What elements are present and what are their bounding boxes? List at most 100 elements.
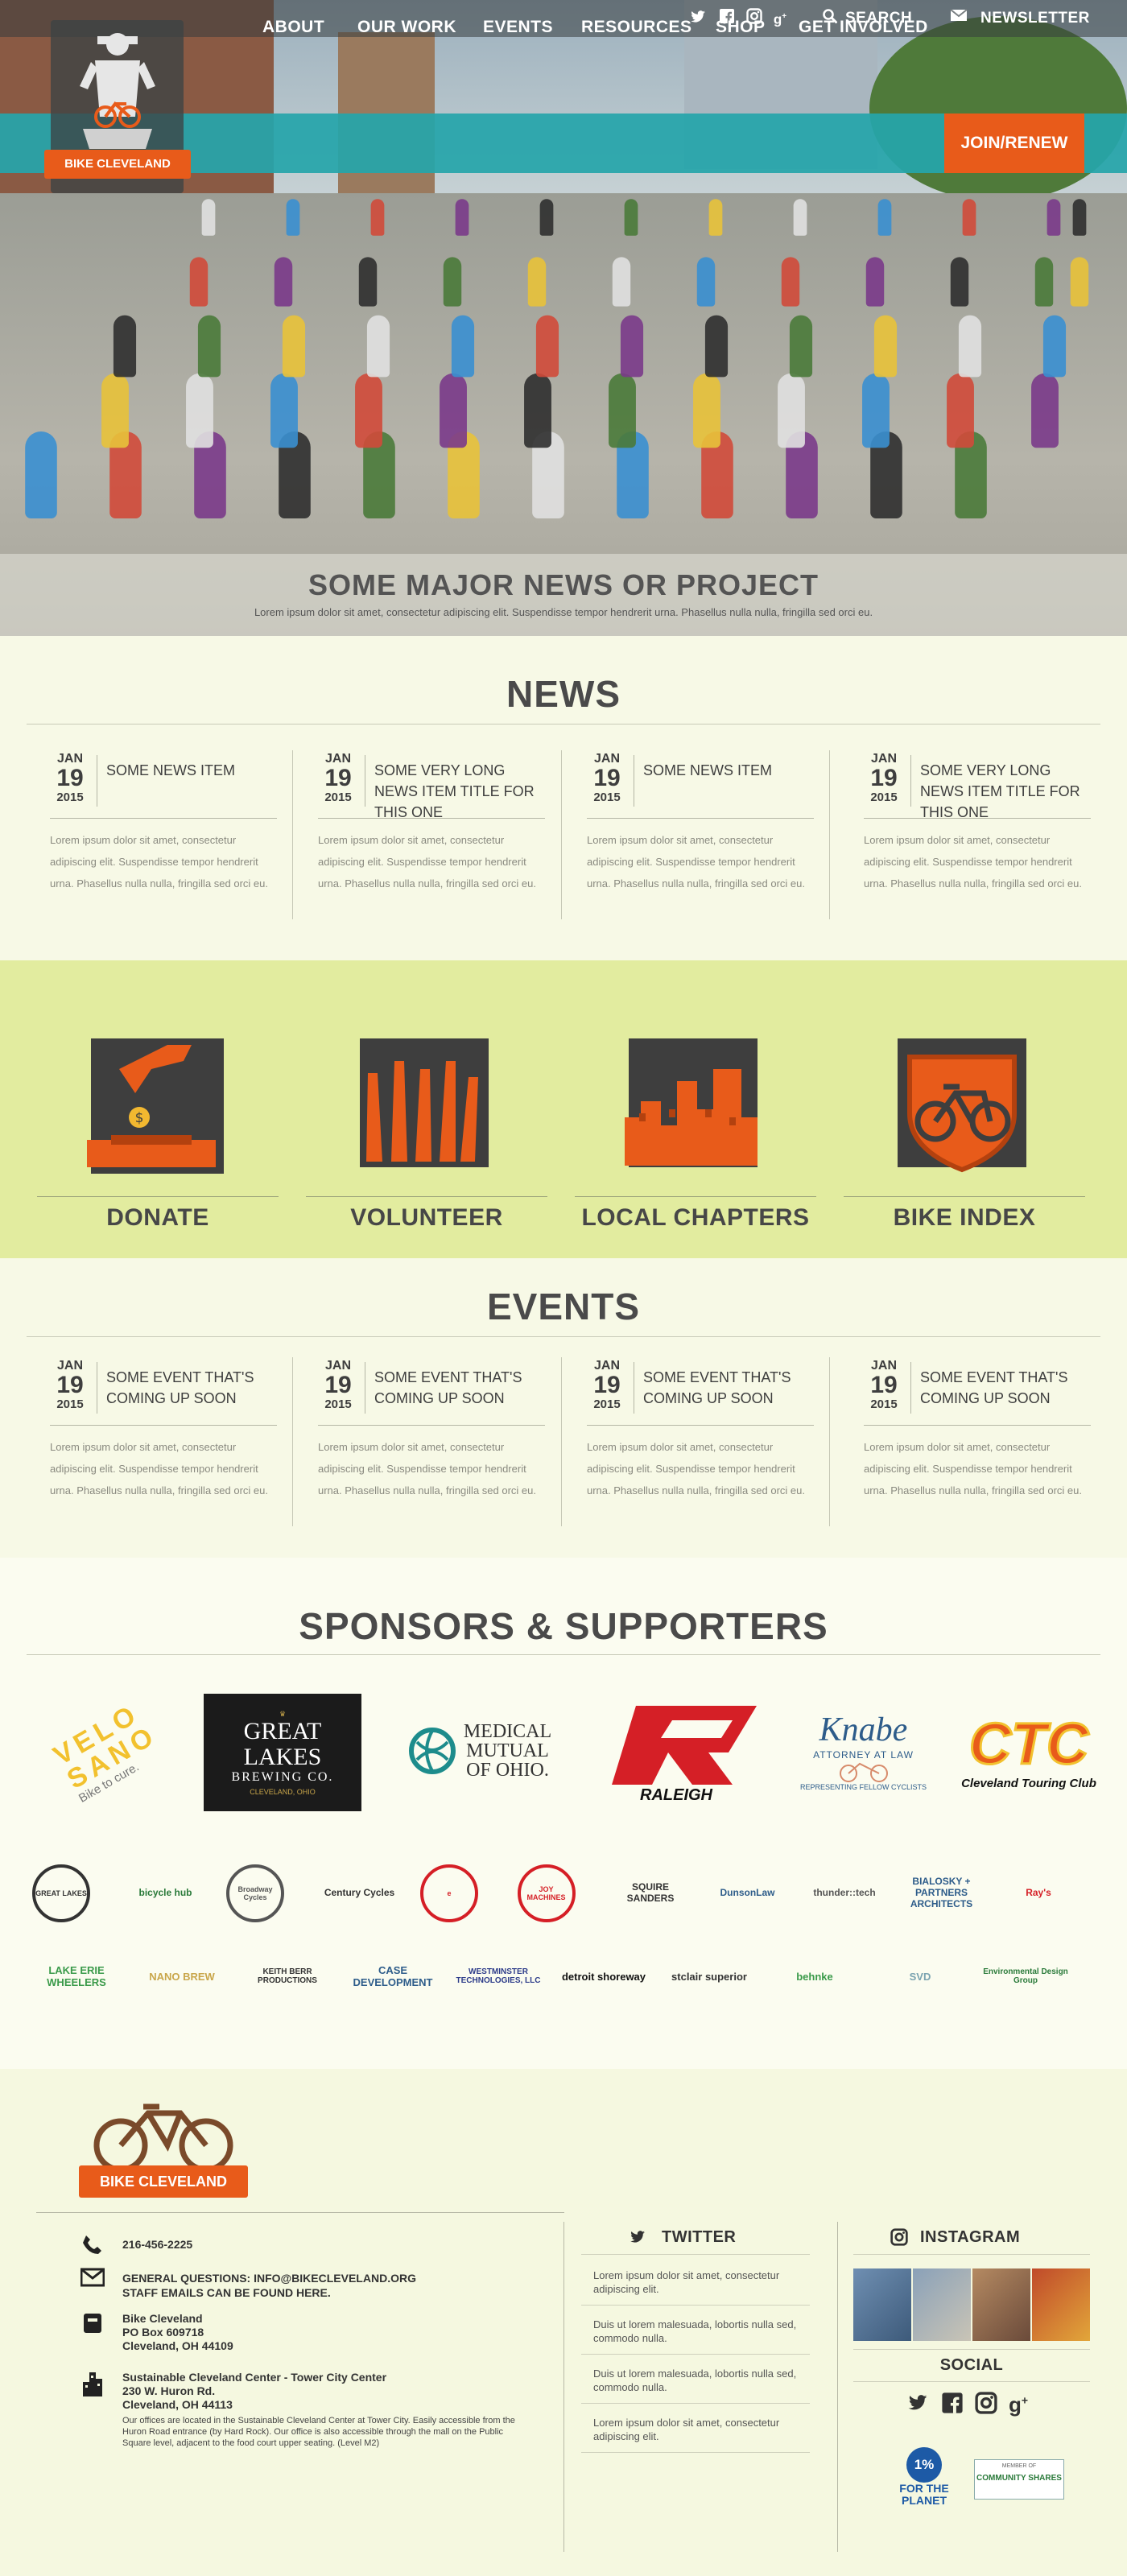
medical-mutual-logo[interactable]: MEDICAL MUTUAL OF OHIO.: [393, 1690, 566, 1811]
donate-label[interactable]: DONATE: [37, 1204, 279, 1232]
sponsor-logo[interactable]: SVD: [876, 1948, 964, 2004]
cyclist: [443, 257, 462, 307]
sponsor-logo[interactable]: LAKE ERIE WHEELERS: [32, 1948, 121, 2004]
sponsor-logo[interactable]: bicycle hub: [130, 1864, 202, 1921]
sponsor-logo[interactable]: JOY MACHINES: [517, 1864, 576, 1922]
community-shares-logo[interactable]: MEMBER OF COMMUNITY SHARES: [974, 2459, 1064, 2500]
medical-mutual-line1: MEDICAL: [463, 1721, 552, 1742]
instagram-photo-4[interactable]: [1032, 2268, 1090, 2341]
news-card-title[interactable]: SOME VERY LONG NEWS ITEM TITLE FOR THIS …: [920, 760, 1093, 823]
bike-index-tile[interactable]: BIKE INDEX: [844, 989, 1085, 1232]
events-card-title[interactable]: SOME EVENT THAT'S COMING UP SOON: [106, 1367, 279, 1409]
social-google-plus-icon[interactable]: g+: [1009, 2392, 1028, 2417]
events-card-title[interactable]: SOME EVENT THAT'S COMING UP SOON: [643, 1367, 816, 1409]
date-year: 2015: [56, 791, 84, 804]
social-twitter-icon[interactable]: [906, 2392, 930, 2418]
news-card[interactable]: JAN 19 2015 SOME NEWS ITEM Lorem ipsum dolor…: [576, 752, 817, 913]
volunteer-label[interactable]: VOLUNTEER: [306, 1204, 547, 1232]
donate-tile[interactable]: $ DONATE: [37, 989, 279, 1232]
events-card-title[interactable]: SOME EVENT THAT'S COMING UP SOON: [920, 1367, 1093, 1409]
site-logo-banner[interactable]: BIKE CLEVELAND: [44, 150, 191, 179]
local-chapters-tile[interactable]: LOCAL CHAPTERS: [575, 989, 816, 1232]
date-day: 19: [870, 765, 898, 791]
date-block: JAN 19 2015: [50, 1359, 90, 1417]
sponsor-logo[interactable]: KEITH BERR PRODUCTIONS: [243, 1948, 332, 2004]
newsletter-link[interactable]: NEWSLETTER: [980, 10, 1090, 27]
news-card-title[interactable]: SOME VERY LONG NEWS ITEM TITLE FOR THIS …: [374, 760, 547, 823]
nav-our-work[interactable]: OUR WORK: [357, 18, 456, 37]
sponsor-logo[interactable]: CASE DEVELOPMENT: [349, 1948, 437, 2004]
velosano-logo[interactable]: VELO SANO Bike to cure.: [40, 1690, 177, 1811]
phone-icon: [81, 2234, 102, 2259]
sponsor-logo[interactable]: Broadway Cycles: [226, 1864, 284, 1922]
events-card[interactable]: JAN 19 2015 SOME EVENT THAT'S COMING UP SOO…: [852, 1359, 1094, 1520]
cyclist: [186, 373, 213, 448]
news-card[interactable]: JAN 19 2015 SOME VERY LONG NEWS ITEM TITLE …: [852, 752, 1094, 913]
card-rule: [587, 818, 814, 819]
bike-index-label[interactable]: BIKE INDEX: [844, 1204, 1085, 1232]
footer-twitter-icon[interactable]: [627, 2228, 648, 2250]
sponsor-logo[interactable]: GREAT LAKES: [32, 1864, 90, 1922]
social-facebook-icon[interactable]: [941, 2392, 964, 2418]
hero-banner[interactable]: g+ SEARCH NEWSLETTER ABOUT OUR WORK EVEN…: [0, 0, 1127, 636]
events-card[interactable]: JAN 19 2015 SOME EVENT THAT'S COMING UP SOO…: [39, 1359, 280, 1520]
hero-title[interactable]: SOME MAJOR NEWS OR PROJECT: [0, 568, 1127, 602]
news-card[interactable]: JAN 19 2015 SOME VERY LONG NEWS ITEM TITLE …: [307, 752, 548, 913]
nav-get-involved[interactable]: GET INVOLVED: [799, 18, 928, 37]
card-rule: [864, 818, 1091, 819]
knabe-logo[interactable]: Knabe ATTORNEY AT LAW REPRESENTING FELLO…: [789, 1690, 938, 1811]
footer-logo-banner[interactable]: BIKE CLEVELAND: [79, 2165, 248, 2198]
sponsor-logo[interactable]: BIALOSKY + PARTNERS ARCHITECTS: [906, 1864, 978, 1921]
sponsor-logo[interactable]: SQUIRE SANDERS: [614, 1864, 687, 1921]
envelope-icon[interactable]: [950, 8, 968, 26]
join-renew-button[interactable]: JOIN/RENEW: [944, 114, 1084, 173]
footer-general-email[interactable]: General questions: info@bikecleveland.or…: [122, 2272, 416, 2285]
medical-mutual-knot-icon: [408, 1728, 456, 1774]
events-card[interactable]: JAN 19 2015 SOME EVENT THAT'S COMING UP SOO…: [307, 1359, 548, 1520]
instagram-photo-1[interactable]: [853, 2268, 911, 2341]
news-card-title[interactable]: SOME NEWS ITEM: [643, 760, 816, 781]
sponsor-logo[interactable]: detroit shoreway: [559, 1948, 648, 2004]
cyclist: [873, 315, 898, 378]
nav-events[interactable]: EVENTS: [483, 18, 553, 37]
events-card-title[interactable]: SOME EVENT THAT'S COMING UP SOON: [374, 1367, 547, 1409]
social-rule-bottom: [853, 2381, 1090, 2382]
nav-resources[interactable]: RESOURCES: [581, 18, 692, 37]
raleigh-logo[interactable]: RALEIGH: [596, 1690, 757, 1811]
volunteer-tile[interactable]: VOLUNTEER: [306, 989, 547, 1232]
sponsor-logo[interactable]: DunsonLaw: [712, 1864, 784, 1921]
nav-shop[interactable]: SHOP: [716, 18, 766, 37]
instagram-feed[interactable]: [853, 2268, 1090, 2341]
news-card-title[interactable]: SOME NEWS ITEM: [106, 760, 279, 781]
google-plus-icon[interactable]: g+: [771, 8, 789, 27]
sponsor-logo[interactable]: Ray's: [1002, 1864, 1075, 1921]
sponsor-name: DunsonLaw: [720, 1887, 775, 1898]
social-instagram-icon[interactable]: [975, 2391, 997, 2418]
sponsor-logo[interactable]: e: [420, 1864, 478, 1922]
events-card[interactable]: JAN 19 2015 SOME EVENT THAT'S COMING UP SOO…: [576, 1359, 817, 1520]
date-block: JAN 19 2015: [587, 752, 627, 810]
great-lakes-logo[interactable]: ♛ GREAT LAKES BREWING CO. CLEVELAND, OHI…: [204, 1694, 361, 1811]
date-divider: [910, 1362, 911, 1414]
one-percent-planet-logo[interactable]: 1% FOR THE PLANET: [892, 2447, 956, 2520]
footer-staff-emails[interactable]: Staff emails can be found here.: [122, 2286, 331, 2300]
tweet-text: Duis ut lorem malesuada, lobortis nulla …: [593, 2318, 797, 2344]
cleveland-touring-club-logo[interactable]: CTC Cleveland Touring Club: [956, 1690, 1101, 1811]
bike-index-divider: [844, 1196, 1085, 1197]
sponsor-logo[interactable]: Century Cycles: [324, 1864, 396, 1921]
sponsor-logo[interactable]: NANO BREW: [138, 1948, 226, 2004]
instagram-photo-2[interactable]: [913, 2268, 971, 2341]
footer-instagram-icon[interactable]: [890, 2228, 908, 2250]
sponsor-logo[interactable]: Environmental Design Group: [981, 1948, 1070, 2004]
instagram-photo-3[interactable]: [972, 2268, 1030, 2341]
local-chapters-label[interactable]: LOCAL CHAPTERS: [575, 1204, 816, 1232]
nav-about[interactable]: ABOUT: [262, 18, 324, 37]
date-day: 19: [324, 765, 352, 791]
footer-phone[interactable]: 216-456-2225: [122, 2238, 192, 2252]
sponsor-logo[interactable]: stclair superior: [665, 1948, 753, 2004]
news-card[interactable]: JAN 19 2015 SOME NEWS ITEM Lorem ipsum dolor…: [39, 752, 280, 913]
sponsor-logo[interactable]: behnke: [770, 1948, 859, 2004]
sponsor-logo[interactable]: thunder::tech: [808, 1864, 881, 1921]
sponsor-logo[interactable]: WESTMINSTER TECHNOLOGIES, LLC: [454, 1948, 543, 2004]
cyclist: [113, 315, 137, 378]
